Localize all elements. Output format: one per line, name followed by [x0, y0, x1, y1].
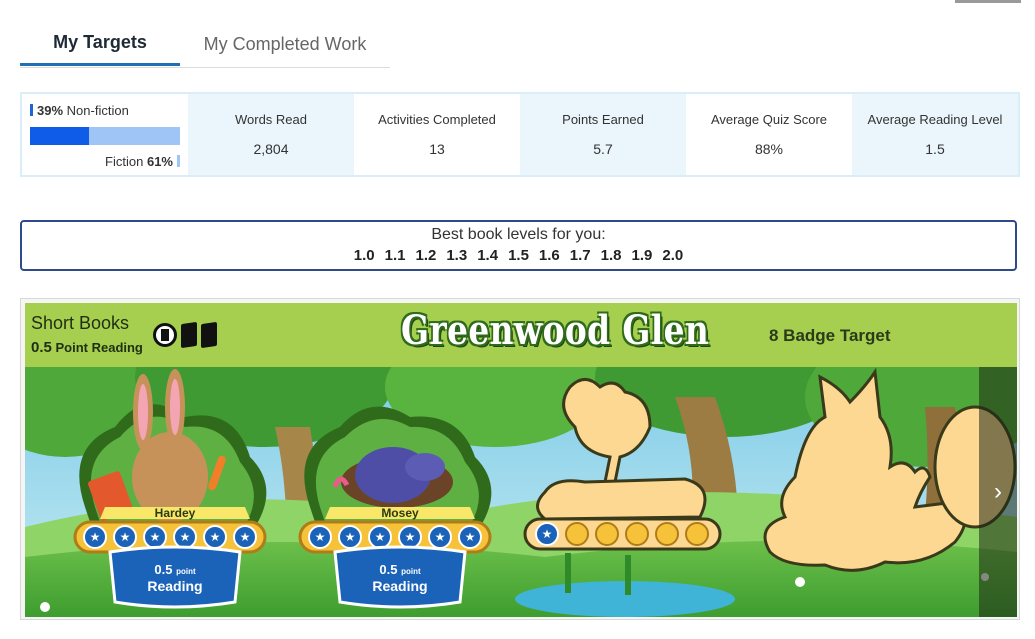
stat-label: Points Earned — [562, 112, 644, 127]
book-icon — [153, 321, 217, 349]
star-icon: ★ — [90, 530, 101, 544]
star-icon: ★ — [345, 530, 356, 544]
badge-ribbon-label: Reading — [147, 578, 202, 594]
nonfiction-bar-fill — [30, 127, 89, 145]
fiction-text: Fiction — [105, 154, 144, 169]
tab-my-completed-work[interactable]: My Completed Work — [180, 22, 390, 67]
forest-scene: Hardey ★ ★ ★ ★ ★ ★ 0.5 point Reading Mos… — [25, 367, 1017, 617]
level-value: 1.3 — [446, 247, 468, 264]
nonfiction-label: 39% Non-fiction — [30, 103, 129, 118]
stat-value: 5.7 — [593, 141, 613, 157]
points-value: 0.5 — [31, 339, 52, 356]
level-value: 1.0 — [353, 247, 375, 264]
points-label: Point Reading — [55, 340, 143, 355]
nonfiction-percent: 39% — [37, 103, 64, 118]
stat-label: Words Read — [234, 112, 307, 127]
empty-token-icon — [565, 522, 589, 546]
stat-points-earned: Points Earned 5.7 — [520, 94, 686, 175]
stat-value: 88% — [754, 141, 784, 157]
stat-words-read: Words Read 2,804 — [188, 94, 354, 175]
level-value: 1.2 — [415, 247, 437, 264]
stat-value: 1.5 — [925, 141, 945, 157]
book-icon — [153, 323, 177, 347]
badge-name-mosey: Mosey — [381, 506, 419, 520]
stat-average-quiz-score: Average Quiz Score 88% — [686, 94, 852, 175]
badge-target-label: 8 Badge Target — [769, 326, 891, 345]
level-value: 1.8 — [600, 247, 622, 264]
genre-split: 39% Non-fiction Fiction 61% — [22, 94, 188, 175]
level-value: 1.4 — [477, 247, 499, 264]
stat-label: Average Quiz Score — [710, 112, 828, 127]
empty-token-icon — [685, 522, 709, 546]
genre-bar — [30, 127, 180, 145]
stat-label: Average Reading Level — [867, 112, 1003, 127]
levels-title: Best book levels for you: — [431, 226, 606, 243]
chevron-right-icon[interactable]: › — [979, 367, 1017, 617]
best-book-levels: Best book levels for you: 1.0 1.1 1.2 1.… — [20, 220, 1017, 271]
stat-activities-completed: Activities Completed 13 — [354, 94, 520, 175]
stat-average-reading-level: Average Reading Level 1.5 — [852, 94, 1018, 175]
level-value: 1.9 — [631, 247, 653, 264]
star-icon: ★ — [315, 530, 326, 544]
stats-panel: 39% Non-fiction Fiction 61% Words Read 2… — [20, 92, 1020, 177]
tab-bar: My Targets My Completed Work — [20, 22, 390, 68]
nonfiction-marker — [30, 104, 33, 116]
banner-header: Short Books 0.5 Point Reading Greenwood … — [25, 303, 1017, 367]
star-icon: ★ — [405, 530, 416, 544]
badge-world-banner: Short Books 0.5 Point Reading Greenwood … — [20, 298, 1020, 620]
book-icon — [201, 321, 217, 349]
fiction-marker — [177, 155, 180, 167]
top-scroll-indicator — [955, 0, 1021, 3]
badge-ribbon-label: Reading — [372, 578, 427, 594]
world-title-logo: Greenwood Glen — [401, 307, 710, 354]
level-value: 1.5 — [508, 247, 529, 264]
star-icon: ★ — [120, 530, 131, 544]
tab-my-targets[interactable]: My Targets — [20, 22, 180, 66]
levels-list: 1.0 1.1 1.2 1.3 1.4 1.5 1.6 1.7 1.8 1.9 … — [22, 247, 1015, 264]
empty-token-icon — [655, 522, 679, 546]
level-value: 1.6 — [538, 247, 560, 264]
star-icon: ★ — [150, 530, 161, 544]
star-icon: ★ — [435, 530, 446, 544]
fiction-percent: 61% — [146, 154, 173, 169]
star-icon: ★ — [240, 530, 251, 544]
stat-label: Activities Completed — [378, 112, 496, 127]
level-value: 1.7 — [569, 247, 591, 264]
empty-token-icon — [595, 522, 619, 546]
stat-value: 13 — [429, 141, 445, 157]
category-title: Short Books — [31, 313, 130, 333]
star-icon: ★ — [210, 530, 221, 544]
star-icon: ★ — [465, 530, 476, 544]
stat-value: 2,804 — [253, 141, 289, 157]
badge-name-hardey: Hardey — [155, 506, 196, 520]
star-icon: ★ — [375, 530, 386, 544]
star-icon: ★ — [542, 527, 553, 541]
star-icon: ★ — [180, 530, 191, 544]
nonfiction-text: Non-fiction — [66, 103, 129, 118]
empty-token-icon — [625, 522, 649, 546]
badge-scene: Hardey ★ ★ ★ ★ ★ ★ 0.5 point Reading Mos… — [25, 367, 1017, 617]
point-reading-label: 0.5 Point Reading — [31, 339, 143, 356]
book-icon — [181, 321, 197, 349]
level-value: 1.1 — [384, 247, 406, 264]
fiction-label: Fiction 61% — [105, 154, 180, 169]
level-value: 2.0 — [662, 247, 684, 264]
